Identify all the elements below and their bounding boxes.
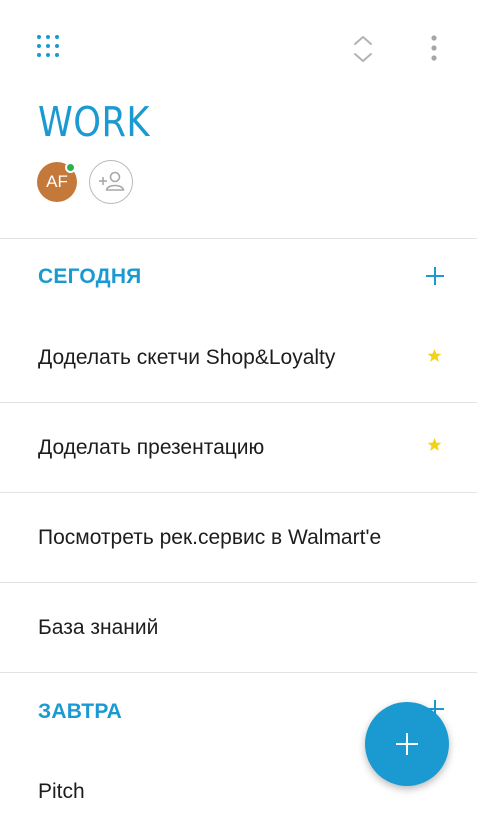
divider (0, 238, 477, 239)
apps-grid-icon[interactable] (37, 35, 63, 61)
task-item[interactable]: База знаний (0, 583, 477, 673)
section-title-today: СЕГОДНЯ (38, 265, 142, 288)
task-title: База знаний (38, 616, 159, 639)
page-title: WORK (38, 98, 150, 146)
star-icon[interactable] (427, 348, 442, 363)
plus-icon (426, 267, 444, 285)
task-title: Посмотреть рек.сервис в Walmart'е (38, 526, 382, 549)
more-vertical-icon[interactable] (424, 33, 444, 65)
plus-icon (396, 733, 418, 755)
task-item[interactable]: Посмотреть рек.сервис в Walmart'е (0, 493, 477, 583)
online-status-dot (65, 162, 76, 173)
avatar-initials: AF (46, 172, 68, 191)
add-task-fab[interactable] (365, 702, 449, 786)
task-item[interactable]: Доделать скетчи Shop&Loyalty (0, 313, 477, 403)
expand-collapse-icon[interactable] (349, 33, 377, 65)
divider (0, 672, 477, 673)
add-person-icon[interactable] (89, 160, 133, 204)
list-screen: WORK AF СЕГОДНЯ Доделать скетчи Shop&Loy… (0, 0, 477, 816)
task-title: Pitch (38, 780, 85, 803)
task-item[interactable]: Доделать презентацию (0, 403, 477, 493)
top-bar (0, 0, 477, 96)
task-title: Доделать скетчи Shop&Loyalty (38, 346, 336, 369)
task-title: Доделать презентацию (38, 436, 265, 459)
add-task-today-button[interactable] (424, 265, 446, 287)
star-icon[interactable] (427, 437, 442, 452)
section-title-tomorrow: ЗАВТРА (38, 700, 123, 723)
